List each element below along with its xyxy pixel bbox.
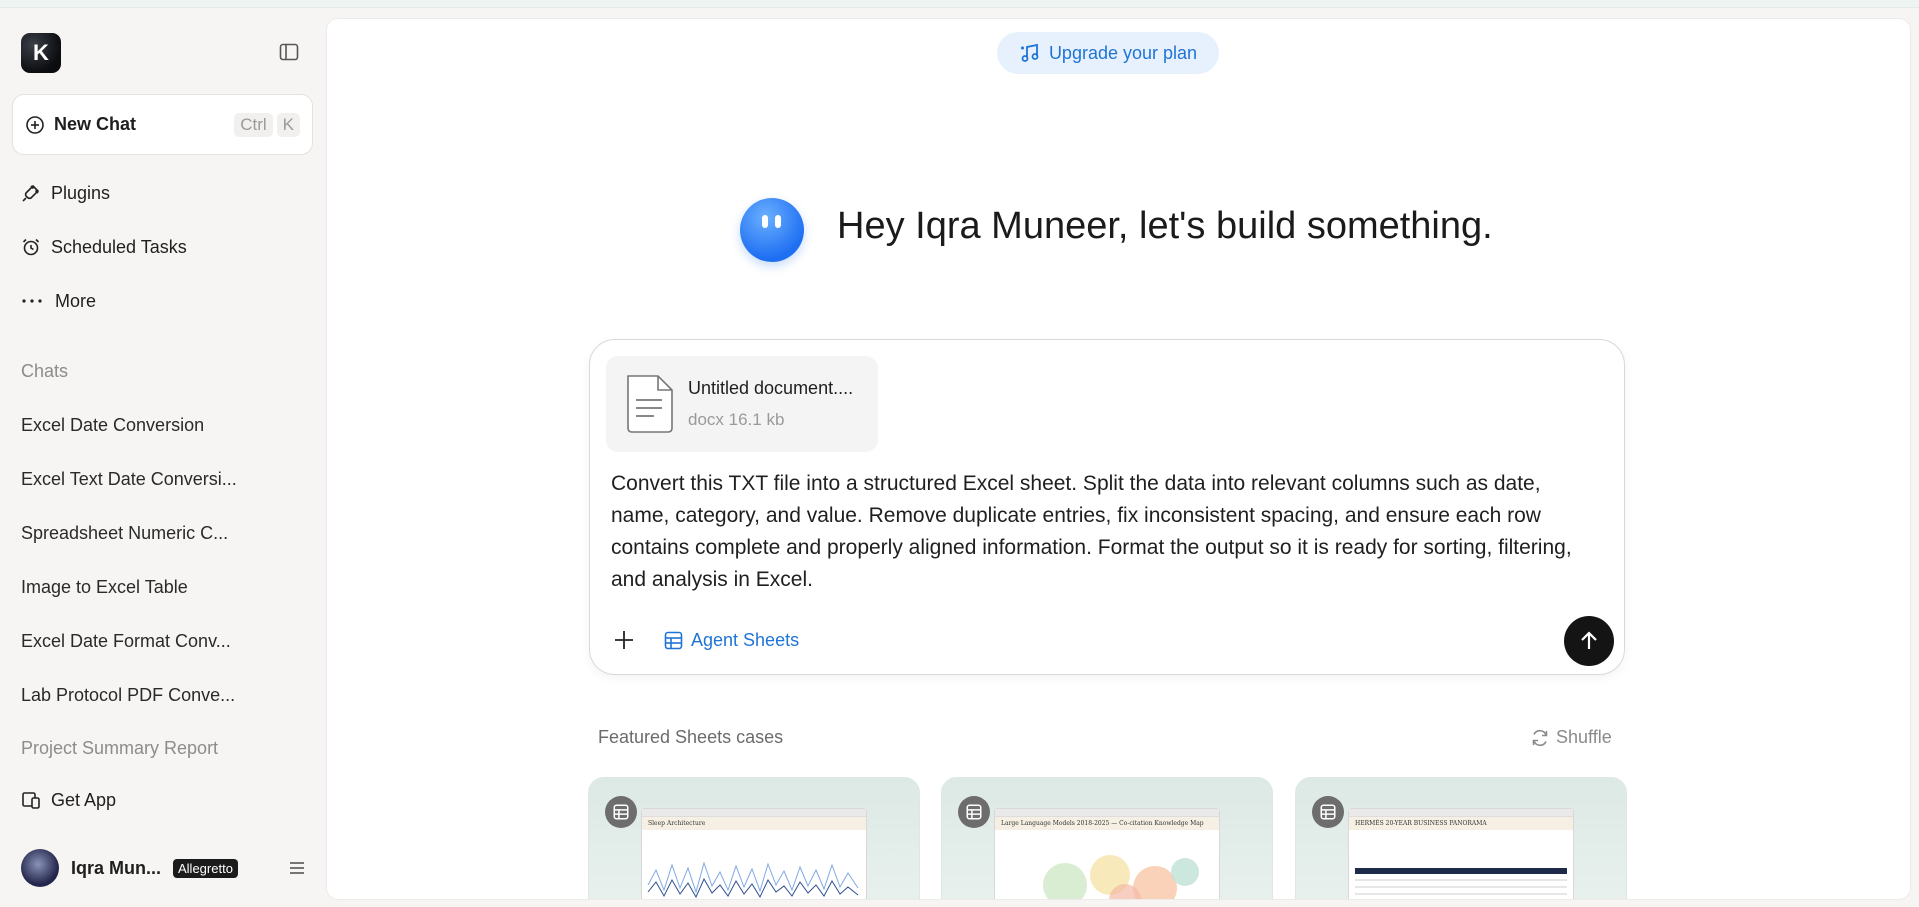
sheet-column-header — [1349, 809, 1573, 817]
logo-letter: K — [33, 40, 49, 65]
network-map-thumbnail — [1043, 855, 1199, 899]
arrow-up-icon — [1581, 631, 1597, 649]
chat-item[interactable]: Excel Date Conversion — [21, 415, 204, 436]
devices-icon — [22, 792, 40, 809]
get-app-label: Get App — [51, 789, 117, 810]
attachment-chip[interactable]: Untitled document.... docx 16.1 kb — [606, 356, 878, 452]
shortcut-key: K — [276, 112, 300, 137]
mascot-eye — [775, 215, 781, 228]
case-title: Sleep Architecture — [642, 817, 866, 830]
document-icon — [627, 375, 673, 433]
table-thumbnail — [1355, 868, 1567, 895]
plug-icon — [22, 184, 40, 202]
user-name: Iqra Mun... — [71, 857, 161, 878]
more-dots-icon — [22, 299, 42, 303]
table-icon — [1320, 804, 1336, 820]
agent-sheets-label: Agent Sheets — [691, 629, 800, 650]
case-thumbnail: Large Language Models 2018-2025 — Co-cit… — [994, 808, 1220, 899]
sheet-column-header — [995, 809, 1219, 817]
avatar[interactable] — [21, 849, 59, 887]
case-thumbnail: HERMÈS 20-YEAR BUSINESS PANORAMA — [1348, 808, 1574, 899]
plan-badge: Allegretto — [173, 858, 238, 878]
main-panel: Upgrade your plan Hey Iqra Muneer, let's… — [326, 18, 1911, 900]
sidebar-item-scheduled-tasks[interactable]: Scheduled Tasks — [21, 232, 187, 262]
chat-item[interactable]: Image to Excel Table — [21, 577, 188, 598]
attachment-name: Untitled document.... — [688, 378, 854, 398]
mascot-eye — [762, 215, 768, 228]
featured-case-card[interactable]: Sleep Architecture — [588, 777, 920, 899]
sheet-column-header — [642, 809, 866, 817]
sidebar: K New Chat Ctrl K Plugins Scheduled Task… — [0, 8, 325, 907]
top-strip — [0, 0, 1919, 8]
upgrade-label: Upgrade your plan — [1048, 42, 1198, 63]
new-chat-button[interactable]: New Chat Ctrl K — [12, 94, 313, 155]
sheet-badge — [1312, 796, 1344, 828]
sheet-badge — [958, 796, 990, 828]
table-icon — [613, 804, 629, 820]
sidebar-item-label: Plugins — [51, 182, 111, 203]
music-note-icon — [1020, 43, 1039, 62]
sidebar-item-label: More — [55, 290, 97, 311]
featured-case-card[interactable]: HERMÈS 20-YEAR BUSINESS PANORAMA — [1295, 777, 1627, 899]
get-app-button[interactable]: Get App — [21, 785, 116, 815]
app-logo[interactable]: K — [21, 33, 61, 73]
project-item[interactable]: Project Summary Report — [21, 738, 218, 759]
sidebar-toggle-button[interactable] — [276, 39, 302, 65]
alarm-clock-icon — [22, 238, 40, 256]
shuffle-label: Shuffle — [1556, 727, 1612, 747]
case-title: Large Language Models 2018-2025 — Co-cit… — [995, 817, 1219, 830]
chat-item[interactable]: Excel Date Format Conv... — [21, 631, 231, 652]
line-chart-thumbnail — [647, 861, 859, 899]
case-thumbnail: Sleep Architecture — [641, 808, 867, 899]
chat-item[interactable]: Lab Protocol PDF Conve... — [21, 685, 235, 706]
chat-item[interactable]: Spreadsheet Numeric C... — [21, 523, 228, 544]
greeting-heading: Hey Iqra Muneer, let's build something. — [837, 205, 1493, 247]
sidebar-item-plugins[interactable]: Plugins — [21, 178, 110, 208]
sheet-badge — [605, 796, 637, 828]
user-profile[interactable]: Iqra Mun... Allegretto — [21, 848, 311, 888]
chat-item[interactable]: Excel Text Date Conversi... — [21, 469, 237, 490]
shuffle-button[interactable]: Shuffle — [1530, 727, 1612, 748]
prompt-input[interactable]: Convert this TXT file into a structured … — [611, 468, 1601, 596]
composer[interactable]: Untitled document.... docx 16.1 kb Conve… — [589, 339, 1625, 675]
hamburger-menu-icon — [290, 862, 304, 874]
case-title: HERMÈS 20-YEAR BUSINESS PANORAMA — [1349, 817, 1573, 830]
sidebar-panel-icon — [279, 43, 299, 61]
add-attachment-button[interactable] — [612, 628, 636, 652]
table-icon — [664, 631, 683, 649]
table-icon — [966, 804, 982, 820]
send-button[interactable] — [1564, 616, 1614, 666]
sidebar-item-label: Scheduled Tasks — [51, 236, 187, 257]
featured-case-card[interactable]: Large Language Models 2018-2025 — Co-cit… — [941, 777, 1273, 899]
user-menu-button[interactable] — [285, 856, 309, 880]
plus-circle-icon — [26, 115, 44, 134]
mascot-avatar — [740, 198, 804, 262]
refresh-icon — [1532, 729, 1548, 746]
new-chat-label: New Chat — [54, 114, 137, 134]
upgrade-plan-button[interactable]: Upgrade your plan — [997, 32, 1219, 74]
shortcut-ctrl: Ctrl — [234, 112, 273, 137]
sidebar-item-more[interactable]: More — [21, 286, 96, 316]
agent-sheets-button[interactable]: Agent Sheets — [664, 626, 799, 654]
plus-icon — [615, 631, 633, 649]
chats-section-title: Chats — [21, 361, 69, 381]
attachment-meta: docx 16.1 kb — [688, 410, 785, 429]
featured-cases-title: Featured Sheets cases — [598, 727, 784, 747]
